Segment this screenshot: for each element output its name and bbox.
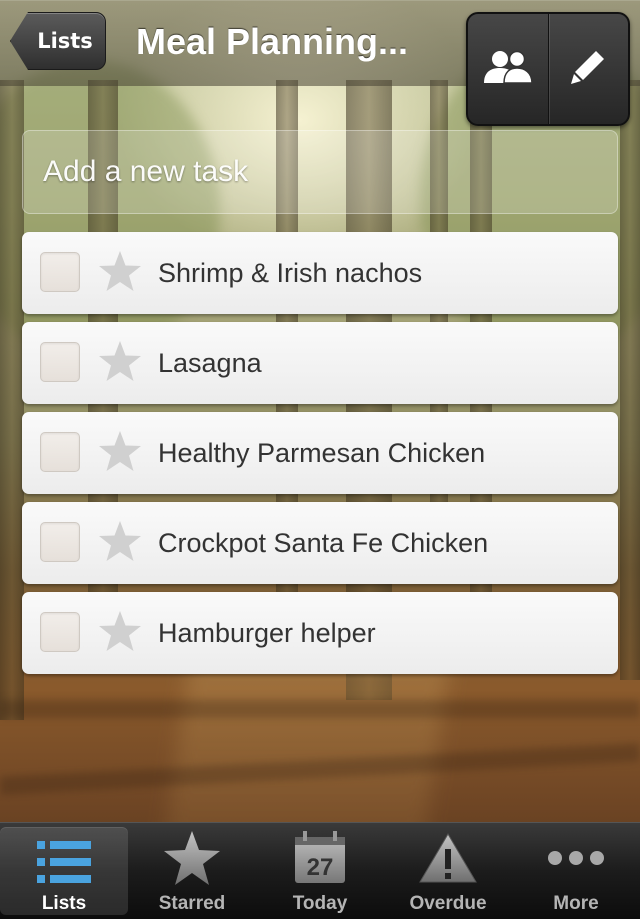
task-label: Shrimp & Irish nachos [158, 258, 423, 288]
task-label: Hamburger helper [158, 618, 376, 648]
tab-starred[interactable]: Starred [128, 823, 256, 919]
more-dots-icon [512, 829, 640, 887]
back-to-lists-button[interactable]: Lists [10, 12, 106, 70]
warning-icon [384, 829, 512, 887]
task-checkbox[interactable] [40, 522, 80, 562]
star-icon[interactable] [98, 519, 142, 563]
task-row[interactable]: Shrimp & Irish nachos [22, 232, 618, 314]
tab-label: Overdue [409, 893, 487, 914]
tab-today[interactable]: 27 Today [256, 823, 384, 919]
task-label: Crockpot Santa Fe Chicken [158, 528, 489, 558]
task-checkbox[interactable] [40, 252, 80, 292]
tab-lists[interactable]: Lists [0, 827, 128, 915]
edit-list-button[interactable] [547, 14, 629, 124]
calendar-icon: 27 [256, 829, 384, 887]
page-title: Meal Planning... [136, 21, 409, 62]
tab-label: Lists [41, 893, 87, 914]
add-task-input[interactable] [23, 131, 617, 213]
task-row[interactable]: Healthy Parmesan Chicken [22, 412, 618, 494]
tab-more[interactable]: More [512, 823, 640, 919]
tab-label: Today [292, 893, 348, 914]
task-checkbox[interactable] [40, 612, 80, 652]
task-checkbox[interactable] [40, 342, 80, 382]
star-icon[interactable] [98, 249, 142, 293]
list-icon [0, 833, 128, 891]
add-task-field[interactable] [22, 130, 618, 214]
share-list-button[interactable] [468, 14, 548, 124]
star-icon[interactable] [98, 429, 142, 473]
tab-label: Starred [158, 893, 226, 914]
star-icon[interactable] [98, 339, 142, 383]
task-row[interactable]: Crockpot Santa Fe Chicken [22, 502, 618, 584]
back-button-label: Lists [37, 29, 93, 53]
pencil-icon [570, 49, 606, 89]
task-label: Healthy Parmesan Chicken [158, 438, 486, 468]
task-row[interactable]: Hamburger helper [22, 592, 618, 674]
tab-overdue[interactable]: Overdue [384, 823, 512, 919]
star-icon[interactable] [98, 609, 142, 653]
task-checkbox[interactable] [40, 432, 80, 472]
task-row[interactable]: Lasagna [22, 322, 618, 404]
tab-label: More [553, 893, 599, 914]
header-action-group [466, 12, 630, 126]
tab-bar: Lists Starred 27 Today Overdue More [0, 822, 640, 919]
share-people-icon [482, 49, 534, 89]
star-icon [128, 829, 256, 887]
calendar-day: 27 [307, 854, 334, 881]
task-label: Lasagna [158, 348, 262, 378]
